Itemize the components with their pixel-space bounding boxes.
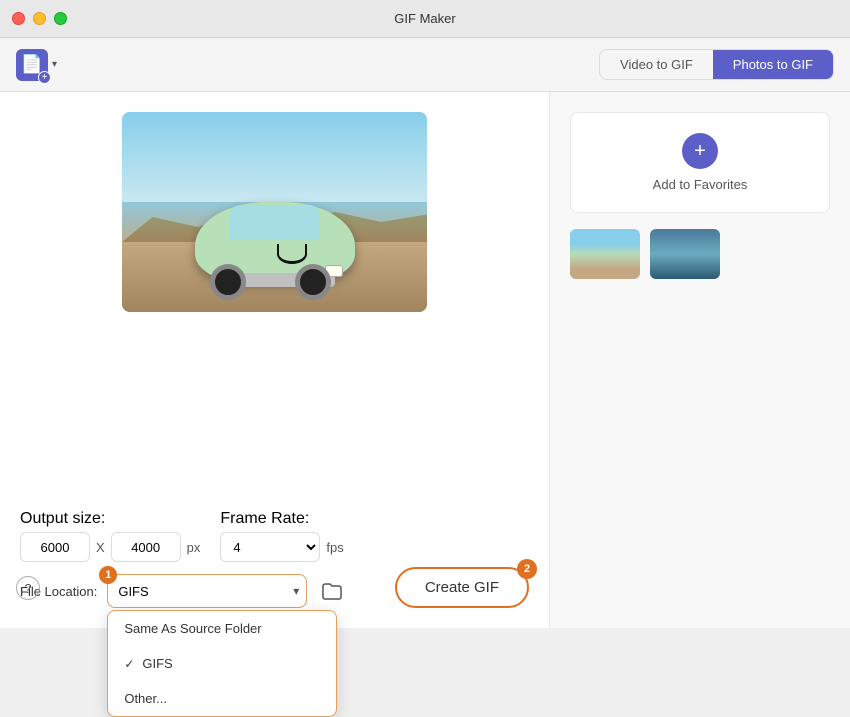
file-location-select-wrapper: 1 GIFS Same As Source Folder Other... ▾ … [107, 574, 307, 608]
output-size-label: Output size: [20, 510, 200, 528]
tab-group: Video to GIF Photos to GIF [599, 49, 834, 80]
help-button[interactable]: ? [16, 576, 40, 600]
toolbar: 📄 + ▾ Video to GIF Photos to GIF [0, 38, 850, 92]
height-input[interactable] [111, 532, 181, 562]
create-gif-wrapper: Create GIF 2 [395, 567, 529, 608]
dropdown-item-other[interactable]: Other... [108, 681, 336, 716]
browse-folder-button[interactable] [317, 576, 347, 606]
thumbnail-car[interactable] [570, 229, 640, 279]
tab-video-to-gif[interactable]: Video to GIF [600, 50, 713, 79]
import-chevron: ▾ [52, 59, 57, 70]
close-button[interactable] [12, 12, 25, 25]
x-divider: X [96, 540, 105, 555]
maximize-button[interactable] [54, 12, 67, 25]
tab-photos-to-gif[interactable]: Photos to GIF [713, 50, 833, 79]
dropdown-item-gifs[interactable]: ✓ GIFS [108, 646, 336, 681]
create-gif-badge: 2 [517, 559, 537, 579]
main-content: Output size: X px Frame Rate: 4 8 [0, 92, 850, 628]
car-scene-preview [122, 112, 427, 312]
add-favorites-icon: + [682, 133, 718, 169]
fps-label: fps [326, 540, 343, 555]
preview-image [122, 112, 427, 312]
dropdown-item-same-as-source-label: Same As Source Folder [124, 621, 261, 636]
thumbnail-bridge[interactable] [650, 229, 720, 279]
frame-rate-label: Frame Rate: [220, 510, 343, 528]
width-input[interactable] [20, 532, 90, 562]
right-panel: + Add to Favorites [550, 92, 850, 628]
output-size-col: Output size: X px [20, 510, 200, 562]
create-gif-label: Create GIF [425, 579, 499, 596]
file-location-dropdown[interactable]: Same As Source Folder ✓ GIFS Other... [107, 610, 337, 717]
import-icon: 📄 + [16, 49, 48, 81]
import-plus-badge: + [38, 71, 51, 84]
add-favorites-plus: + [694, 140, 706, 163]
window-controls [12, 12, 67, 25]
dropdown-item-gifs-label: GIFS [142, 656, 172, 671]
px-label: px [187, 540, 201, 555]
frame-rate-col: Frame Rate: 4 8 12 24 fps [220, 510, 343, 562]
app-title: GIF Maker [394, 11, 455, 26]
dropdown-item-other-label: Other... [124, 691, 167, 706]
title-bar: GIF Maker [0, 0, 850, 38]
output-settings-row: Output size: X px Frame Rate: 4 8 [20, 510, 529, 562]
help-icon-label: ? [24, 581, 31, 596]
thumbnails-row [570, 229, 830, 279]
add-favorites-box[interactable]: + Add to Favorites [570, 112, 830, 213]
frame-rate-select[interactable]: 4 8 12 24 [220, 532, 320, 562]
import-button[interactable]: 📄 + ▾ [16, 49, 57, 81]
check-icon: ✓ [124, 657, 134, 671]
file-location-select[interactable]: GIFS Same As Source Folder Other... [107, 574, 307, 608]
create-gif-button[interactable]: Create GIF 2 [395, 567, 529, 608]
minimize-button[interactable] [33, 12, 46, 25]
add-favorites-label: Add to Favorites [653, 177, 748, 192]
dropdown-item-same-as-source[interactable]: Same As Source Folder [108, 611, 336, 646]
size-inputs: X px [20, 532, 200, 562]
left-panel: Output size: X px Frame Rate: 4 8 [0, 92, 550, 628]
